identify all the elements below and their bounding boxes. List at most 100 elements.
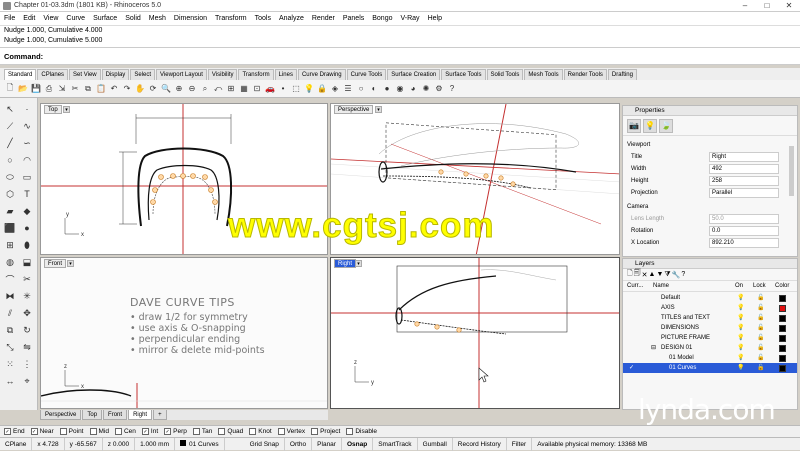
toolbar-tab[interactable]: Surface Tools bbox=[441, 69, 486, 80]
toolbar-tab[interactable]: Standard bbox=[4, 69, 37, 80]
toolbar-tab[interactable]: Lines bbox=[274, 69, 297, 80]
layer-color-swatch[interactable] bbox=[779, 315, 786, 322]
chevron-down-icon[interactable]: ▾ bbox=[355, 260, 362, 267]
osnap-disable[interactable]: Disable bbox=[346, 428, 377, 435]
wireframe-icon[interactable]: ○ bbox=[355, 83, 367, 95]
osnap-project[interactable]: Project bbox=[311, 428, 340, 435]
zoom-extents-icon[interactable]: ⊖ bbox=[186, 83, 198, 95]
osnap-cen[interactable]: Cen bbox=[114, 428, 136, 435]
extrude-icon[interactable]: ⬓ bbox=[19, 254, 35, 270]
osnap-quad[interactable]: Quad bbox=[218, 428, 243, 435]
control-points-icon[interactable]: ⋮ bbox=[19, 356, 35, 372]
lock-icon[interactable]: 🔓 bbox=[757, 333, 764, 343]
prop-title-field[interactable]: Right bbox=[709, 152, 779, 162]
mirror-icon[interactable]: ⇋ bbox=[19, 339, 35, 355]
save-icon[interactable]: 💾 bbox=[30, 83, 42, 95]
layer-color-swatch[interactable] bbox=[779, 305, 786, 312]
lightbulb-icon[interactable]: 💡 bbox=[737, 293, 744, 303]
layer-tools-icon[interactable]: 🔧 bbox=[672, 271, 681, 279]
zoom-window-icon[interactable]: ⊕ bbox=[173, 83, 185, 95]
viewport-label-front[interactable]: Front bbox=[44, 259, 67, 268]
record-history-toggle[interactable]: Record History bbox=[453, 437, 507, 451]
osnap-tan[interactable]: Tan bbox=[192, 428, 212, 435]
arc-icon[interactable]: ◠ bbox=[19, 152, 35, 168]
sphere-icon[interactable]: ● bbox=[19, 220, 35, 236]
toolbar-tab[interactable]: Visibility bbox=[207, 69, 238, 80]
lock-icon[interactable]: 🔓 bbox=[757, 343, 764, 353]
sphere-render-icon[interactable]: ◉ bbox=[394, 83, 406, 95]
rendered-icon[interactable]: ● bbox=[381, 83, 393, 95]
grid-icon[interactable]: ▦ bbox=[238, 83, 250, 95]
tab-right[interactable]: Right bbox=[128, 410, 153, 420]
lightbulb-icon[interactable]: 💡 bbox=[737, 323, 744, 333]
lock-icon[interactable]: 🔓 bbox=[757, 313, 764, 323]
loft-icon[interactable]: ◆ bbox=[19, 203, 35, 219]
select-arrow-icon[interactable]: ↖ bbox=[2, 101, 18, 117]
toolbar-tab[interactable]: Select bbox=[130, 69, 155, 80]
maximize-button[interactable]: □ bbox=[756, 1, 778, 10]
layer-color-swatch[interactable] bbox=[779, 335, 786, 342]
checkbox[interactable] bbox=[277, 428, 285, 435]
chevron-down-icon[interactable]: ▾ bbox=[67, 260, 74, 267]
import-icon[interactable]: ⇲ bbox=[56, 83, 68, 95]
toolbar-tab[interactable]: Solid Tools bbox=[486, 69, 524, 80]
menu-render[interactable]: Render bbox=[312, 15, 335, 22]
layer-color-swatch[interactable] bbox=[779, 325, 786, 332]
tab-front[interactable]: Front bbox=[103, 410, 128, 420]
checkbox[interactable] bbox=[59, 428, 67, 435]
new-layer-icon[interactable]: 🗋 bbox=[627, 269, 633, 280]
toolbar-tab[interactable]: CPlanes bbox=[37, 69, 69, 80]
chevron-down-icon[interactable]: ▾ bbox=[63, 106, 70, 113]
lock-icon[interactable]: 🔓 bbox=[757, 303, 764, 313]
surface-icon[interactable]: ▰ bbox=[2, 203, 18, 219]
osnap-vertex[interactable]: Vertex bbox=[277, 428, 305, 435]
filter-toggle[interactable]: Filter bbox=[507, 437, 533, 451]
point-icon[interactable]: • bbox=[277, 83, 289, 95]
lock-icon[interactable]: 🔓 bbox=[757, 363, 764, 373]
interp-curve-icon[interactable]: ∽ bbox=[19, 135, 35, 151]
checkbox[interactable]: ✓ bbox=[141, 428, 149, 435]
tab-perspective[interactable]: Perspective bbox=[40, 410, 82, 420]
four-views-icon[interactable]: ⊞ bbox=[225, 83, 237, 95]
redo-icon[interactable]: ↷ bbox=[121, 83, 133, 95]
open-file-icon[interactable]: 📂 bbox=[17, 83, 29, 95]
polygon-icon[interactable]: ⬡ bbox=[2, 186, 18, 202]
properties-scrollbar[interactable] bbox=[789, 146, 794, 196]
minimize-button[interactable]: – bbox=[734, 1, 756, 10]
viewport-label-perspective[interactable]: Perspective bbox=[334, 105, 374, 114]
zoom-icon[interactable]: 🔍 bbox=[160, 83, 172, 95]
box-icon[interactable]: ⬛ bbox=[2, 220, 18, 236]
layer-help-icon[interactable]: ? bbox=[681, 271, 685, 278]
menu-edit[interactable]: Edit bbox=[23, 15, 35, 22]
rotate-view-icon[interactable]: ⟳ bbox=[147, 83, 159, 95]
osnap-knot[interactable]: Knot bbox=[249, 428, 272, 435]
rotation-field[interactable]: 0.0 bbox=[709, 226, 779, 236]
layer-row[interactable]: ✓ 01 Curves 💡 🔓 bbox=[623, 363, 797, 373]
light-icon[interactable]: 💡 bbox=[643, 118, 657, 133]
menu-solid[interactable]: Solid bbox=[125, 15, 141, 22]
menu-file[interactable]: File bbox=[4, 15, 15, 22]
toolbar-tab[interactable]: Transform bbox=[238, 69, 274, 80]
shaded-icon[interactable]: ◐ bbox=[368, 83, 380, 95]
lightbulb-icon[interactable]: 💡 bbox=[737, 303, 744, 313]
lightbulb-icon[interactable]: 💡 bbox=[737, 313, 744, 323]
osnap-mid[interactable]: Mid bbox=[89, 428, 109, 435]
osnap-perp[interactable]: ✓ Perp bbox=[164, 428, 187, 435]
viewport-right[interactable]: z y Right ▾ bbox=[330, 257, 620, 409]
osnap-point[interactable]: Point bbox=[59, 428, 84, 435]
toolbar-tab[interactable]: Curve Drawing bbox=[297, 69, 346, 80]
delete-layer-icon[interactable]: ✕ bbox=[642, 271, 648, 279]
layer-color-swatch[interactable] bbox=[779, 295, 786, 302]
planar-toggle[interactable]: Planar bbox=[312, 437, 342, 451]
ellipse-icon[interactable]: ⬭ bbox=[2, 169, 18, 185]
toolbar-tab[interactable]: Render Tools bbox=[563, 69, 607, 80]
viewport-label-top[interactable]: Top bbox=[44, 105, 62, 114]
command-input[interactable]: Command: bbox=[0, 47, 800, 65]
osnap-int[interactable]: ✓ Int bbox=[141, 428, 158, 435]
point-tool-icon[interactable]: · bbox=[19, 101, 35, 117]
help-icon[interactable]: ? bbox=[446, 83, 458, 95]
polyline-icon[interactable]: ⟋ bbox=[2, 118, 18, 134]
layer-row[interactable]: AXIS 💡 🔓 bbox=[623, 303, 797, 313]
grid-snap-toggle[interactable]: Grid Snap bbox=[245, 437, 285, 451]
car-icon[interactable]: 🚗 bbox=[264, 83, 276, 95]
